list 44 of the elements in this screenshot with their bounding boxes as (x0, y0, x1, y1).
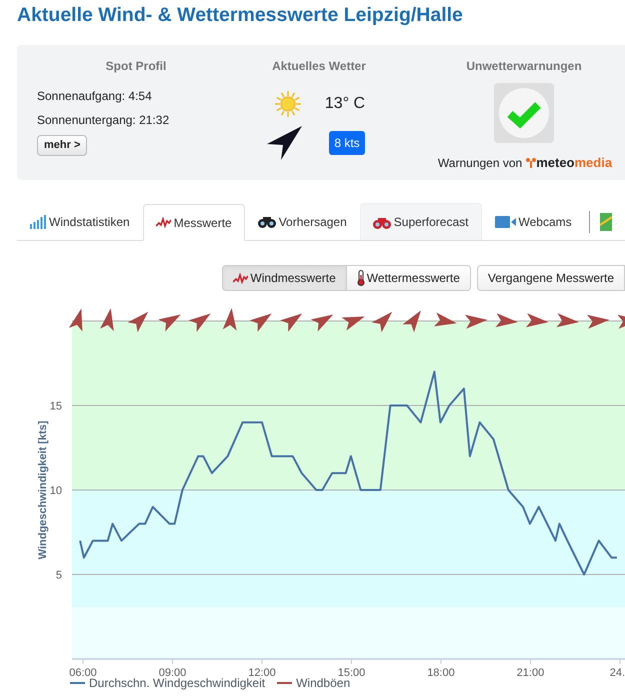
chart-toggle-button[interactable]: Wettermesswerte (346, 265, 471, 291)
section-heading: Aktuelles Wetter (272, 58, 366, 75)
page-title: Aktuelle Wind- & Wettermesswerte Leipzig/Halle (17, 3, 464, 27)
legend-item[interactable]: Durchschn. Windgeschwindigkeit (70, 676, 266, 690)
y-tick-label: 5 (56, 570, 62, 582)
section-heading: Unwetterwarnungen (465, 58, 582, 75)
temperature-text: 13° C (324, 94, 366, 114)
sun-time-text: Sonnenaufgang: 4:54 (37, 88, 153, 105)
x-tick-label: 06:00 (69, 667, 97, 679)
tab[interactable]: Messwerte (142, 204, 245, 241)
zigzag-icon (233, 272, 248, 284)
zigzag-icon (156, 217, 171, 228)
x-tick-label: 18:00 (427, 667, 455, 679)
legend-item[interactable]: Windböen (277, 676, 350, 690)
brand-logo: meteomedia (536, 154, 612, 172)
warning-credit-text: Warnungen von (438, 154, 522, 172)
history-button[interactable]: Vergangene Messwerte (476, 265, 625, 291)
x-tick-label: 21:00 (516, 667, 544, 679)
wind-speed-badge: 8 kts (329, 131, 365, 155)
tab[interactable]: Superforecast (360, 203, 482, 240)
wind-direction-arrow-icon (267, 125, 304, 161)
y-tick-label: 10 (50, 485, 62, 497)
chart-toggle-button[interactable]: Windmesswerte (222, 265, 347, 291)
sun-time-text: Sonnenuntergang: 21:32 (37, 112, 170, 129)
tab[interactable]: Windstatistiken (17, 203, 143, 240)
more-button[interactable]: mehr > (37, 135, 88, 156)
video-camera-icon (494, 216, 516, 228)
y-axis-title: Windgeschwindigkeit [kts] (37, 420, 49, 560)
y-tick-label: 15 (50, 400, 62, 412)
map-icon (600, 213, 612, 231)
section-heading: Spot Profil (104, 58, 168, 75)
binoculars-icon (372, 216, 391, 228)
tab[interactable]: Webcams (482, 203, 585, 240)
x-tick-label: 09:00 (158, 667, 186, 679)
x-tick-label: 12:00 (248, 667, 276, 679)
x-tick-label: 15:00 (338, 667, 366, 679)
legend-label: Windböen (296, 676, 350, 690)
binoculars-icon (258, 215, 276, 228)
tab[interactable]: Vorhersagen (244, 203, 360, 240)
brand-logo-icon (526, 158, 536, 168)
x-tick-label: 24. (610, 667, 625, 679)
bar-chart-icon (30, 214, 46, 228)
sun-icon (272, 89, 303, 119)
thermometer-icon (356, 270, 365, 286)
